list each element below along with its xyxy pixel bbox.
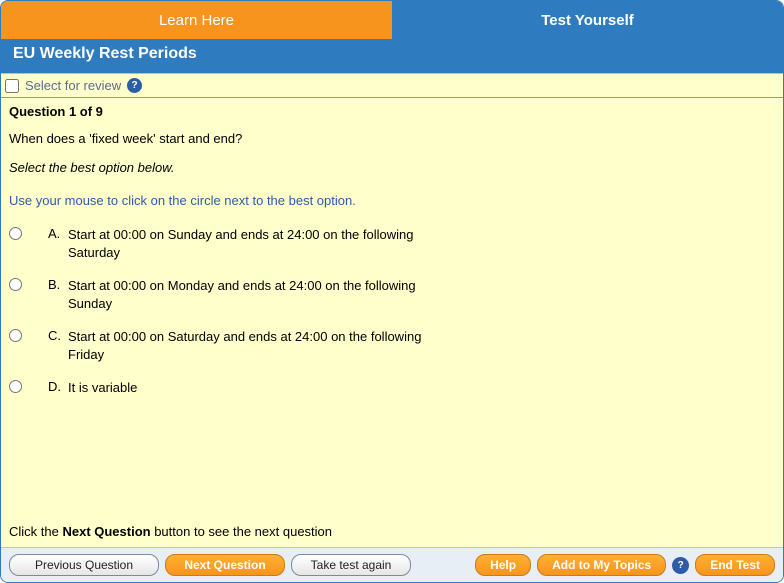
option-letter: A. <box>32 226 58 241</box>
review-bar: Select for review ? <box>1 74 783 98</box>
option-a[interactable]: A. Start at 00:00 on Sunday and ends at … <box>9 226 439 261</box>
option-text: Start at 00:00 on Saturday and ends at 2… <box>68 328 439 363</box>
question-counter: Question 1 of 9 <box>9 104 775 119</box>
option-d-radio[interactable] <box>9 380 22 393</box>
option-letter: D. <box>32 379 58 394</box>
next-question-button[interactable]: Next Question <box>165 554 285 576</box>
topic-title: EU Weekly Rest Periods <box>1 39 783 73</box>
option-letter: B. <box>32 277 58 292</box>
option-b[interactable]: B. Start at 00:00 on Monday and ends at … <box>9 277 439 312</box>
option-text: It is variable <box>68 379 439 397</box>
tab-learn-here[interactable]: Learn Here <box>1 1 392 39</box>
option-d[interactable]: D. It is variable <box>9 379 439 397</box>
select-for-review-checkbox[interactable] <box>5 79 19 93</box>
end-test-button[interactable]: End Test <box>695 554 775 576</box>
review-help-icon[interactable]: ? <box>127 78 142 93</box>
footer-help-icon[interactable]: ? <box>672 557 689 574</box>
question-panel: Select for review ? Question 1 of 9 When… <box>1 73 783 547</box>
option-b-radio[interactable] <box>9 278 22 291</box>
hint-prefix: Click the <box>9 524 62 539</box>
option-a-radio[interactable] <box>9 227 22 240</box>
tab-test-yourself[interactable]: Test Yourself <box>392 1 783 39</box>
take-test-again-button[interactable]: Take test again <box>291 554 411 576</box>
question-hint: Use your mouse to click on the circle ne… <box>9 193 775 208</box>
option-c[interactable]: C. Start at 00:00 on Saturday and ends a… <box>9 328 439 363</box>
hint-suffix: button to see the next question <box>151 524 332 539</box>
previous-question-button[interactable]: Previous Question <box>9 554 159 576</box>
question-body: Question 1 of 9 When does a 'fixed week'… <box>1 98 783 520</box>
select-for-review-label: Select for review <box>25 78 121 93</box>
question-instruction: Select the best option below. <box>9 160 775 175</box>
option-text: Start at 00:00 on Sunday and ends at 24:… <box>68 226 439 261</box>
app-frame: Learn Here Test Yourself EU Weekly Rest … <box>0 0 784 583</box>
hint-bold: Next Question <box>62 524 150 539</box>
option-c-radio[interactable] <box>9 329 22 342</box>
top-tabs: Learn Here Test Yourself <box>1 1 783 39</box>
question-text: When does a 'fixed week' start and end? <box>9 131 775 146</box>
options-list: A. Start at 00:00 on Sunday and ends at … <box>9 226 439 397</box>
option-letter: C. <box>32 328 58 343</box>
add-to-my-topics-button[interactable]: Add to My Topics <box>537 554 666 576</box>
option-text: Start at 00:00 on Monday and ends at 24:… <box>68 277 439 312</box>
help-button[interactable]: Help <box>475 554 531 576</box>
next-question-hint: Click the Next Question button to see th… <box>1 520 783 547</box>
footer-toolbar: Previous Question Next Question Take tes… <box>1 547 783 582</box>
